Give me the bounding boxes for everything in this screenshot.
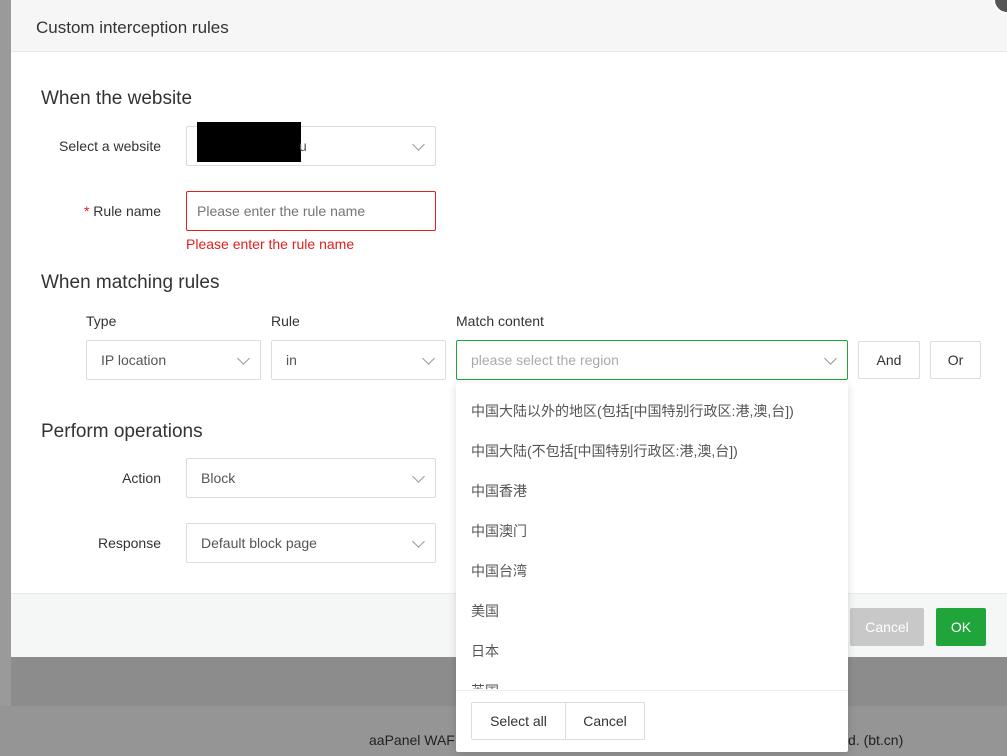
cancel-button[interactable]: Cancel bbox=[850, 608, 924, 646]
region-option[interactable]: 中国大陆以外的地区(包括[中国特别行政区:港,澳,台]) bbox=[456, 391, 848, 431]
footer-text-right: d. (bt.cn) bbox=[848, 732, 904, 748]
section-title-matching: When matching rules bbox=[41, 272, 220, 293]
website-select-value: u bbox=[299, 138, 307, 154]
chevron-down-icon bbox=[412, 138, 425, 151]
region-option[interactable]: 中国香港 bbox=[456, 471, 848, 511]
type-select-value: IP location bbox=[101, 352, 167, 368]
match-content-select[interactable]: please select the region bbox=[456, 340, 848, 380]
chevron-down-icon bbox=[412, 535, 425, 548]
footer-text-left: aaPanel WAF bbox=[369, 732, 455, 748]
region-options[interactable]: 中国大陆以外的地区(包括[中国特别行政区:港,澳,台]) 中国大陆(不包括[中国… bbox=[456, 383, 848, 689]
type-header: Type bbox=[86, 313, 117, 329]
rule-name-label: * Rule name bbox=[41, 203, 161, 219]
or-button[interactable]: Or bbox=[930, 341, 981, 379]
dropdown-actions: Select all Cancel bbox=[456, 690, 848, 752]
section-title-operations: Perform operations bbox=[41, 421, 203, 442]
response-select-value: Default block page bbox=[201, 535, 317, 551]
action-select-value: Block bbox=[201, 470, 236, 486]
rule-select[interactable]: in bbox=[271, 340, 446, 380]
ok-button[interactable]: OK bbox=[936, 608, 986, 646]
chevron-down-icon bbox=[824, 352, 837, 365]
action-select[interactable]: Block bbox=[186, 458, 436, 498]
section-title-website: When the website bbox=[41, 88, 193, 109]
region-option[interactable]: 美国 bbox=[456, 591, 848, 631]
and-button[interactable]: And bbox=[858, 341, 920, 379]
action-label: Action bbox=[122, 470, 161, 486]
chevron-down-icon bbox=[237, 352, 250, 365]
region-option[interactable]: 英国 bbox=[456, 671, 848, 689]
match-content-placeholder: please select the region bbox=[471, 352, 619, 368]
select-all-button[interactable]: Select all bbox=[471, 702, 566, 740]
type-select[interactable]: IP location bbox=[86, 340, 261, 380]
redaction-block bbox=[197, 122, 301, 162]
dropdown-cancel-button[interactable]: Cancel bbox=[565, 702, 645, 740]
chevron-down-icon bbox=[412, 470, 425, 483]
rule-select-value: in bbox=[286, 352, 297, 368]
region-option[interactable]: 中国大陆(不包括[中国特别行政区:港,澳,台]) bbox=[456, 431, 848, 471]
rule-name-error: Please enter the rule name bbox=[186, 236, 355, 252]
rule-header: Rule bbox=[271, 313, 300, 329]
region-option[interactable]: 中国澳门 bbox=[456, 511, 848, 551]
chevron-down-icon bbox=[422, 352, 435, 365]
response-select[interactable]: Default block page bbox=[186, 523, 436, 563]
region-option[interactable]: 日本 bbox=[456, 631, 848, 671]
match-content-header: Match content bbox=[456, 313, 544, 329]
rule-name-input[interactable] bbox=[186, 191, 436, 231]
select-website-label: Select a website bbox=[59, 138, 161, 154]
background bbox=[0, 0, 11, 756]
region-dropdown: 中国大陆以外的地区(包括[中国特别行政区:港,澳,台]) 中国大陆(不包括[中国… bbox=[456, 383, 848, 752]
rule-name-label-text: Rule name bbox=[93, 203, 161, 219]
required-marker: * bbox=[83, 203, 90, 219]
dialog-title: Custom interception rules bbox=[11, 0, 1007, 52]
website-select[interactable]: u bbox=[186, 122, 436, 166]
response-label: Response bbox=[97, 535, 161, 551]
region-option[interactable]: 中国台湾 bbox=[456, 551, 848, 591]
